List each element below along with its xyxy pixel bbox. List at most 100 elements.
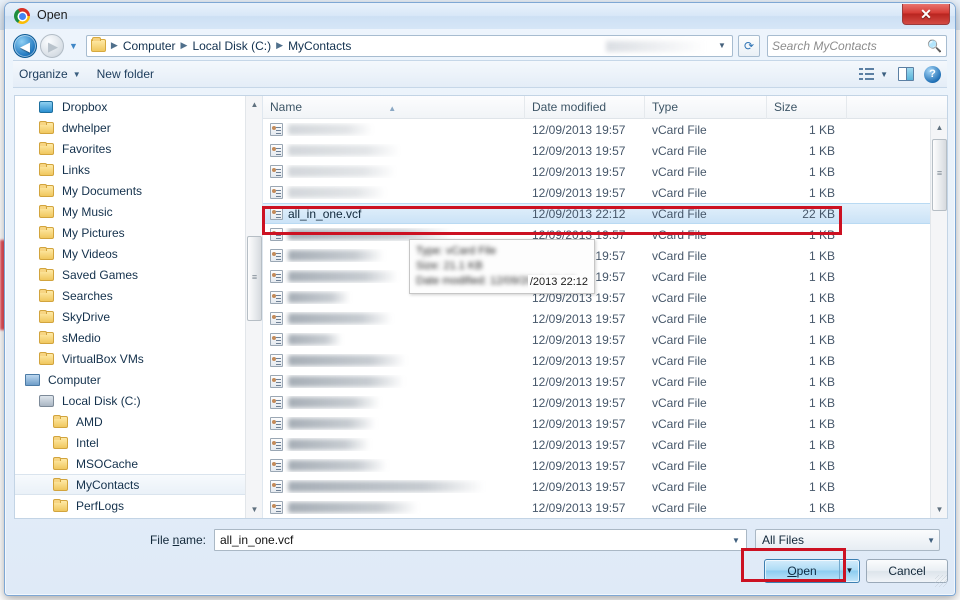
table-row[interactable]: all_in_one.vcf 12/09/2013 22:12 vCard File… xyxy=(263,203,930,224)
table-row[interactable]: 12/09/2013 19:57vCard File1 KB xyxy=(263,182,930,203)
filename-label-post: ame: xyxy=(179,533,206,547)
sidebar-scrollbar[interactable]: ▲ ▼ xyxy=(245,96,262,518)
vcard-file-icon xyxy=(270,270,283,283)
sidebar-item-my-pictures[interactable]: My Pictures xyxy=(15,222,262,243)
open-button-label[interactable]: Open xyxy=(765,560,839,582)
sidebar-item-label: Dropbox xyxy=(62,99,108,114)
table-row[interactable]: 12/09/2013 19:57vCard File1 KB xyxy=(263,224,930,245)
sidebar-item-label: Computer xyxy=(48,372,101,387)
filename-value: all_in_one.vcf xyxy=(220,533,294,547)
breadcrumb-item-mycontacts[interactable]: MyContacts xyxy=(286,39,353,53)
column-header-size[interactable]: Size xyxy=(767,96,847,119)
open-button[interactable]: Open ▼ xyxy=(764,559,860,583)
sidebar-item-local-disk-c[interactable]: Local Disk (C:) xyxy=(15,390,262,411)
column-header-type[interactable]: Type xyxy=(645,96,767,119)
table-row[interactable]: 12/09/2013 19:57vCard File1 KB xyxy=(263,308,930,329)
breadcrumb-separator-icon: ▶ xyxy=(110,40,118,50)
recent-locations-chevron-down-icon[interactable]: ▼ xyxy=(67,41,80,51)
sidebar-item-my-videos[interactable]: My Videos xyxy=(15,243,262,264)
file-type-cell: vCard File xyxy=(652,458,707,473)
sidebar-item-my-documents[interactable]: My Documents xyxy=(15,180,262,201)
sidebar-item-links[interactable]: Links xyxy=(15,159,262,180)
sidebar-item-skydrive[interactable]: SkyDrive xyxy=(15,306,262,327)
search-icon: 🔍 xyxy=(927,38,942,53)
table-row[interactable]: 12/09/2013 19:57vCard File1 KB xyxy=(263,371,930,392)
sidebar-item-my-music[interactable]: My Music xyxy=(15,201,262,222)
open-label-post: pen xyxy=(796,564,817,578)
table-row[interactable]: 12/09/2013 19:57vCard File1 KB xyxy=(263,497,930,518)
sidebar-item-favorites[interactable]: Favorites xyxy=(15,138,262,159)
navigation-tree[interactable]: Dropbox dwhelper Favorites Links My Document… xyxy=(15,96,263,518)
file-type-filter-select[interactable]: All Files ▼ xyxy=(755,529,940,551)
table-row[interactable]: 12/09/2013 19:57vCard File1 KB xyxy=(263,266,930,287)
file-name-cell xyxy=(263,480,525,493)
back-button[interactable]: ◀ xyxy=(13,33,37,58)
table-row[interactable]: 12/09/2013 19:57vCard File1 KB xyxy=(263,140,930,161)
table-row[interactable]: 12/09/2013 19:57vCard File1 KB xyxy=(263,245,930,266)
table-row[interactable]: 12/09/2013 19:57vCard File1 KB xyxy=(263,476,930,497)
file-size-cell: 22 KB xyxy=(802,206,835,221)
table-row[interactable]: 12/09/2013 19:57vCard File1 KB xyxy=(263,455,930,476)
file-list-scrollbar-thumb[interactable] xyxy=(932,139,947,211)
scroll-up-icon[interactable]: ▲ xyxy=(931,119,947,136)
sidebar-scrollbar-thumb[interactable] xyxy=(247,236,262,321)
sidebar-item-amd[interactable]: AMD xyxy=(15,411,262,432)
file-type-cell: vCard File xyxy=(652,416,707,431)
file-list-scrollbar[interactable]: ▲ ▼ xyxy=(930,119,947,518)
file-name-cell xyxy=(263,165,525,178)
help-icon[interactable]: ? xyxy=(924,65,941,83)
file-type-cell: vCard File xyxy=(652,269,707,284)
search-input[interactable]: Search MyContacts 🔍 xyxy=(767,34,947,57)
file-size-cell: 1 KB xyxy=(808,374,835,389)
table-row[interactable]: 12/09/2013 19:57vCard File1 KB xyxy=(263,287,930,308)
sidebar-item-dropbox[interactable]: Dropbox xyxy=(15,96,262,117)
organize-button[interactable]: Organize ▼ xyxy=(19,67,81,81)
vcard-file-icon xyxy=(270,165,283,178)
address-chevron-down-icon[interactable]: ▼ xyxy=(714,41,730,50)
sidebar-item-perflogs[interactable]: PerfLogs xyxy=(15,495,262,516)
sidebar-item-searches[interactable]: Searches xyxy=(15,285,262,306)
table-row[interactable]: 12/09/2013 19:57vCard File1 KB xyxy=(263,161,930,182)
filename-row: File name: all_in_one.vcf ▼ All Files ▼ xyxy=(14,529,948,551)
sidebar-item-saved-games[interactable]: Saved Games xyxy=(15,264,262,285)
breadcrumb-item-local-disk[interactable]: Local Disk (C:) xyxy=(190,39,273,53)
sidebar-item-label: PerfLogs xyxy=(76,498,125,513)
resize-grip[interactable] xyxy=(935,575,947,587)
redacted-file-name xyxy=(288,145,400,156)
table-row[interactable]: 12/09/2013 19:57vCard File1 KB xyxy=(263,329,930,350)
table-row[interactable]: 12/09/2013 19:57vCard File1 KB xyxy=(263,413,930,434)
file-name-cell xyxy=(263,417,525,430)
redacted-file-name xyxy=(288,250,384,261)
table-row[interactable]: 12/09/2013 19:57vCard File1 KB xyxy=(263,392,930,413)
breadcrumb-item-computer[interactable]: Computer xyxy=(121,39,178,53)
folder-icon xyxy=(39,142,56,156)
redacted-file-name xyxy=(288,481,484,492)
filename-chevron-down-icon[interactable]: ▼ xyxy=(728,536,744,545)
column-header-date-modified[interactable]: Date modified xyxy=(525,96,645,119)
address-bar-breadcrumb[interactable]: ▶ Computer ▶ Local Disk (C:) ▶ MyContact… xyxy=(85,34,733,57)
scroll-up-icon[interactable]: ▲ xyxy=(246,96,262,113)
refresh-icon[interactable]: ⟳ xyxy=(738,34,760,57)
table-row[interactable]: 12/09/2013 19:57vCard File1 KB xyxy=(263,350,930,371)
column-header-name[interactable]: Name ▲ xyxy=(263,96,525,119)
change-view-button[interactable]: ▼ xyxy=(859,67,888,81)
sidebar-item-msocache[interactable]: MSOCache xyxy=(15,453,262,474)
forward-button[interactable]: ▶ xyxy=(40,33,64,58)
sidebar-item-computer[interactable]: Computer xyxy=(15,369,262,390)
sidebar-item-intel[interactable]: Intel xyxy=(15,432,262,453)
table-row[interactable]: 12/09/2013 19:57vCard File1 KB xyxy=(263,119,930,140)
sidebar-item-smedio[interactable]: sMedio xyxy=(15,327,262,348)
scroll-down-icon[interactable]: ▼ xyxy=(931,501,947,518)
sidebar-item-dwhelper[interactable]: dwhelper xyxy=(15,117,262,138)
sidebar-item-virtualbox-vms[interactable]: VirtualBox VMs xyxy=(15,348,262,369)
file-size-cell: 1 KB xyxy=(808,290,835,305)
open-split-chevron-down-icon[interactable]: ▼ xyxy=(839,560,859,582)
preview-pane-icon[interactable] xyxy=(898,67,914,81)
sort-ascending-icon: ▲ xyxy=(388,103,397,113)
sidebar-item-mycontacts[interactable]: MyContacts xyxy=(15,474,262,495)
scroll-down-icon[interactable]: ▼ xyxy=(246,501,262,518)
table-row[interactable]: 12/09/2013 19:57vCard File1 KB xyxy=(263,434,930,455)
close-button[interactable]: ✕ xyxy=(902,4,950,25)
filename-input[interactable]: all_in_one.vcf ▼ xyxy=(214,529,747,551)
new-folder-button[interactable]: New folder xyxy=(97,67,154,81)
